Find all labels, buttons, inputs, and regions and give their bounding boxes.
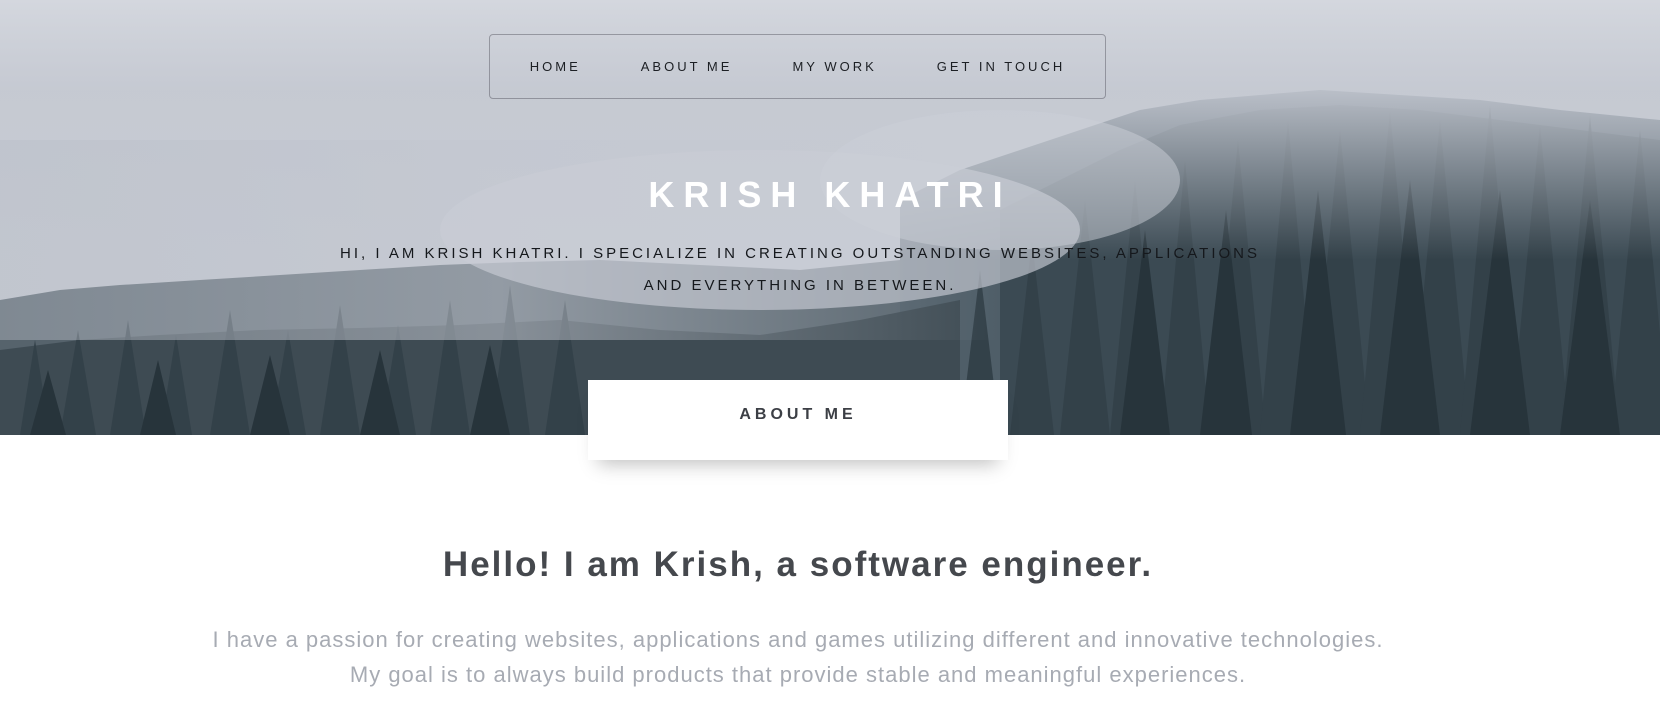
- hero-subtitle: HI, I AM KRISH KHATRI. I SPECIALIZE IN C…: [340, 245, 1260, 294]
- hero-section: HOME ABOUT ME MY WORK GET IN TOUCH KRISH…: [0, 0, 1660, 435]
- about-body-text: I have a passion for creating websites, …: [212, 627, 1384, 687]
- nav-home-link[interactable]: HOME: [530, 59, 581, 74]
- main-nav: HOME ABOUT ME MY WORK GET IN TOUCH: [489, 34, 1106, 99]
- about-heading: Hello! I am Krish, a software engineer.: [442, 545, 1154, 584]
- hero-title: KRISH KHATRI: [648, 174, 1012, 215]
- nav-contact-link[interactable]: GET IN TOUCH: [937, 59, 1065, 74]
- nav-work-link[interactable]: MY WORK: [792, 59, 876, 74]
- nav-about-link[interactable]: ABOUT ME: [641, 59, 733, 74]
- about-me-tab[interactable]: ABOUT ME: [588, 380, 1008, 460]
